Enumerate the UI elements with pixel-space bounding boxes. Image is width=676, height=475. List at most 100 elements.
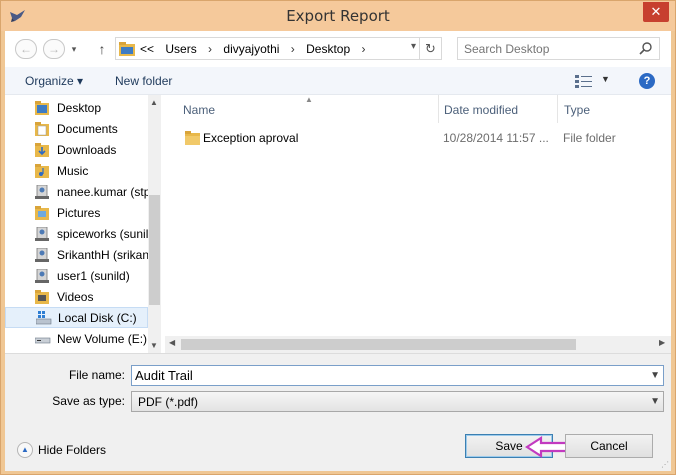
scroll-up-arrow-icon[interactable]: ▲ [150,98,158,107]
title-bar: Export Report ✕ [1,1,675,31]
column-divider[interactable] [557,95,558,123]
breadcrumb-users[interactable]: Users [165,42,196,56]
sort-ascending-icon: ▲ [305,95,313,104]
sidebar-item-label: Downloads [57,143,117,157]
refresh-icon: ↻ [425,41,436,56]
network-user-icon [35,268,51,286]
network-user-icon [35,226,51,244]
breadcrumb-desktop[interactable]: Desktop [306,42,350,56]
sidebar-item-label: New Volume (E:) [57,332,148,346]
scroll-down-arrow-icon[interactable]: ▼ [150,341,158,350]
search-input[interactable] [464,42,634,56]
network-user-icon [35,184,51,202]
hide-folders-label: Hide Folders [38,443,107,457]
breadcrumb-separator-icon[interactable]: › [361,42,365,56]
back-button[interactable]: ← [15,39,37,59]
folder-icon [35,122,51,139]
command-bar: Organize ▾ New folder ▼ ? [5,67,671,95]
cancel-button[interactable]: Cancel [565,434,653,458]
chevron-down-icon[interactable]: ▼ [650,370,660,381]
breadcrumb-separator-icon[interactable]: › [208,42,212,56]
chevron-up-icon: ▲ [17,442,33,458]
sidebar-item-local-disk-c[interactable]: Local Disk (C:) [5,307,148,328]
sidebar-item-srikanthh[interactable]: SrikanthH (srikan [5,245,148,266]
close-button[interactable]: ✕ [643,2,669,22]
sidebar-item-label: Local Disk (C:) [58,311,137,325]
folder-icon [35,143,51,160]
column-header-type[interactable]: Type [564,95,590,123]
sidebar-item-spiceworks[interactable]: spiceworks (sunil [5,224,148,245]
search-box[interactable] [457,37,660,60]
network-user-icon [35,247,51,265]
recent-locations-button[interactable]: ▾ [67,39,81,59]
organize-menu[interactable]: Organize ▾ [25,74,83,88]
sidebar-item-label: Pictures [57,206,101,220]
sidebar-item-label: Videos [57,290,94,304]
search-icon[interactable] [639,42,653,59]
sidebar-item-label: SrikanthH (srikan [57,248,148,262]
address-row: ← → ▾ ↑ << Users › divyajyothi › Desktop… [5,31,671,67]
file-date-modified: 10/28/2014 11:57 ... [443,131,549,145]
resize-grip-icon[interactable]: ⋰ [661,460,669,469]
drive-icon [34,332,51,349]
dialog-body: ← → ▾ ↑ << Users › divyajyothi › Desktop… [5,31,671,471]
breadcrumb: << Users › divyajyothi › Desktop › [140,42,373,56]
filename-combobox[interactable]: ▼ [131,365,664,386]
scrollbar-thumb[interactable] [149,195,160,305]
save-as-type-value: PDF (*.pdf) [138,395,199,409]
folder-icon [119,42,135,59]
refresh-button[interactable]: ↻ [419,38,441,59]
sidebar-item-label: Documents [57,122,118,136]
folder-icon [35,101,51,118]
back-arrow-icon: ← [20,42,32,56]
sidebar-item-documents[interactable]: Documents [5,119,148,140]
sidebar-item-user1[interactable]: user1 (sunild) [5,266,148,287]
sidebar-item-music[interactable]: Music [5,161,148,182]
sidebar-item-label: Music [57,164,89,178]
drive-icon [35,311,52,327]
sidebar-item-label: Desktop [57,101,102,115]
forward-button[interactable]: → [43,39,65,59]
sidebar-item-nanee-kumar[interactable]: nanee.kumar (stp [5,182,148,203]
file-type: File folder [563,131,616,145]
save-as-type-select[interactable]: PDF (*.pdf) ▼ [131,391,664,412]
scrollbar-thumb[interactable] [181,339,576,350]
chevron-down-icon[interactable]: ▼ [601,74,610,84]
breadcrumb-divyajyothi[interactable]: divyajyothi [223,42,279,56]
folder-icon [35,290,51,307]
scroll-right-arrow-icon[interactable]: ▶ [659,338,665,347]
view-options-icon[interactable] [575,74,593,91]
folder-icon [185,131,201,148]
sidebar-item-downloads[interactable]: Downloads [5,140,148,161]
horizontal-scrollbar[interactable]: ◀ ▶ [165,336,671,353]
breadcrumb-overflow[interactable]: << [140,42,154,56]
up-button[interactable]: ↑ [95,39,109,59]
help-icon[interactable]: ? [639,73,655,89]
scroll-left-arrow-icon[interactable]: ◀ [169,338,175,347]
file-list: ▲ Name Date modified Type Exception apro… [165,95,671,353]
new-folder-button[interactable]: New folder [115,74,172,88]
forward-arrow-icon: → [48,42,60,56]
savetype-label: Save as type: [52,394,125,408]
navigation-scrollbar[interactable]: ▲ ▼ [148,95,161,353]
chevron-down-icon[interactable]: ▼ [650,396,660,407]
file-row[interactable]: Exception aproval 10/28/2014 11:57 ... F… [165,127,665,149]
sidebar-item-new-volume-e[interactable]: New Volume (E:) [5,329,148,350]
address-bar[interactable]: << Users › divyajyothi › Desktop › ▾ ↻ [115,37,442,60]
column-divider[interactable] [438,95,439,123]
navigation-pane: Desktop Documents Downloads Music nanee.… [5,95,161,353]
chevron-down-icon[interactable]: ▾ [411,41,416,52]
export-report-dialog: Export Report ✕ ← → ▾ ↑ << Users › divya… [0,0,676,475]
sidebar-item-desktop[interactable]: Desktop [5,98,148,119]
sidebar-item-label: nanee.kumar (stp [57,185,148,199]
filename-field[interactable] [135,368,635,383]
sidebar-item-pictures[interactable]: Pictures [5,203,148,224]
column-header-name[interactable]: Name [183,95,215,123]
up-arrow-icon: ↑ [98,41,106,57]
column-header-date-modified[interactable]: Date modified [444,95,518,123]
sidebar-item-label: user1 (sunild) [57,269,130,283]
folder-icon [35,164,51,181]
sidebar-item-videos[interactable]: Videos [5,287,148,308]
breadcrumb-separator-icon[interactable]: › [291,42,295,56]
save-form: File name: ▼ Save as type: PDF (*.pdf) ▼… [5,353,671,471]
